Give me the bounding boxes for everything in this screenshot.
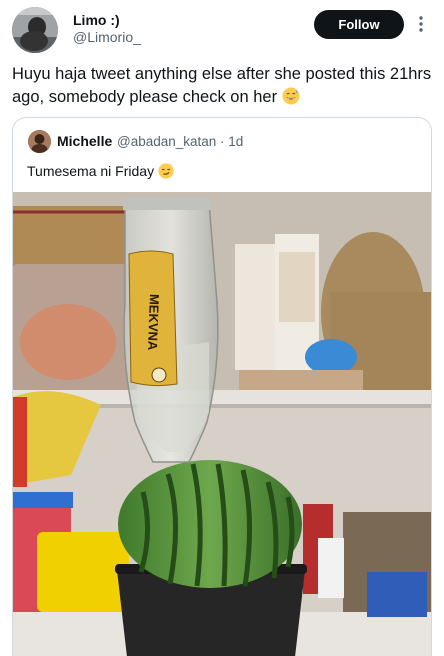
tweet-header: Limo :) @Limorio_ Follow [0,0,444,58]
quoted-tweet-card[interactable]: Michelle @abadan_katan · 1d Tumesema ni … [12,117,432,656]
quoted-author-meta: @abadan_katan · 1d [117,134,244,149]
quoted-author-avatar[interactable] [28,130,51,153]
quoted-tweet-photo[interactable]: MEKVNA [13,192,431,656]
tweet-body: Huyu haja tweet anything else after she … [12,63,432,109]
quoted-tweet-text: Tumesema ni Friday [27,163,155,179]
author-display-name[interactable]: Limo :) [73,12,120,28]
quoted-tweet-body: Tumesema ni Friday [27,163,174,179]
author-avatar[interactable] [12,7,58,53]
author-handle[interactable]: @Limorio_ [73,29,141,45]
follow-button[interactable]: Follow [314,10,404,39]
sweat-smile-emoji-icon [282,87,300,105]
smirk-emoji-icon [158,163,174,179]
bottle-label-text: MEKVNA [145,294,162,351]
quoted-author-name[interactable]: Michelle [57,133,112,149]
tweet-text: Huyu haja tweet anything else after she … [12,65,432,106]
more-vertical-icon[interactable] [415,13,427,35]
